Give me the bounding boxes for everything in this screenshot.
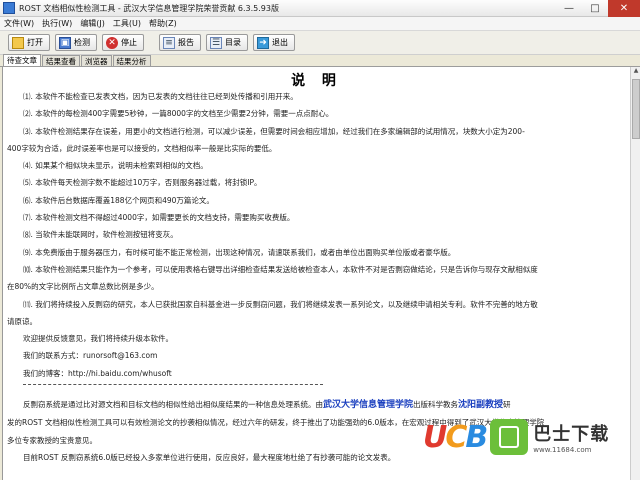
- detect-icon: ▣: [59, 36, 71, 49]
- note-4: ⑷. 如果某个相似块未显示，说明未检索到相似的文档。: [23, 161, 208, 171]
- vertical-scrollbar[interactable]: ▲: [630, 67, 640, 480]
- menu-tools[interactable]: 工具(U): [109, 18, 145, 29]
- about-text-mid: 出版科学教务: [413, 400, 459, 410]
- tab-browser[interactable]: 浏览器: [81, 55, 112, 66]
- note-7: ⑺. 本软件检测文档不得超过4000字，如需要更长的文档支持，需要购买收费版。: [23, 213, 295, 223]
- maximize-button[interactable]: □: [582, 0, 608, 17]
- toc-label: 目录: [225, 38, 241, 47]
- professor-name: 沈阳副教授: [458, 400, 504, 411]
- feedback-text: 欢迎提供反馈意见，我们将持续升级本软件。: [23, 334, 173, 344]
- note-5: ⑸. 本软件每天检测字数不能超过10万字，否则服务器过载，将封锁IP。: [23, 178, 262, 188]
- stop-icon: ✕: [106, 36, 118, 49]
- close-button[interactable]: ✕: [608, 0, 640, 17]
- watermark-text: 巴士下载 www.11684.com: [533, 420, 609, 454]
- ucb-c: C: [445, 419, 467, 455]
- open-button[interactable]: 打开: [8, 34, 50, 51]
- note-9: ⑼. 本免费版由于服务器压力，有时候可能不能正常检测，出现这种情况，请速联系我们…: [23, 247, 456, 257]
- report-label: 报告: [178, 38, 194, 47]
- open-label: 打开: [27, 38, 43, 47]
- blog-link: 我们的博客：http://hi.baidu.com/whusoft: [23, 368, 172, 378]
- note-10: ⑽. 本软件检测结果只能作为一个参考，可以使用表格右键导出详细检查结果发送给被检…: [23, 264, 538, 274]
- ucb-b: B: [465, 419, 488, 455]
- detect-button[interactable]: ▣ 检测: [55, 34, 97, 51]
- menu-help[interactable]: 帮助(Z): [145, 18, 181, 29]
- app-icon: [3, 2, 15, 14]
- ucb-logo: UCB: [423, 419, 488, 455]
- contact-email: 我们的联系方式：runorsoft@163.com: [23, 351, 158, 361]
- bus-logo-icon: [490, 419, 529, 455]
- note-11-cont: 请原谅。: [7, 316, 37, 326]
- tab-pending-article[interactable]: 待查文章: [3, 54, 41, 66]
- exit-button[interactable]: ➜ 退出: [253, 34, 295, 51]
- ucb-u: U: [423, 419, 447, 455]
- about-text-end: 研: [503, 400, 511, 410]
- divider: [23, 384, 323, 392]
- doc-title: 说 明: [291, 73, 342, 89]
- stop-button[interactable]: ✕ 停止: [102, 34, 144, 51]
- menu-edit[interactable]: 编辑(J): [76, 18, 109, 29]
- window-controls: — □ ✕: [556, 0, 640, 17]
- stop-label: 停止: [121, 38, 137, 47]
- tab-strip: 待查文章 结果查看 浏览器 结果分析: [0, 54, 640, 67]
- exit-label: 退出: [272, 38, 288, 47]
- list-icon: ☰: [210, 36, 222, 49]
- report-button[interactable]: ≡ 报告: [159, 34, 201, 51]
- note-2: ⑵. 本软件的每检测400字需要5秒钟，一篇8000字的文档至少需要2分钟，需要…: [23, 109, 334, 119]
- watermark-brand: 巴士下载: [533, 424, 610, 445]
- toc-button[interactable]: ☰ 目录: [206, 34, 248, 51]
- title-bar: ROST 文档相似性检测工具 - 武汉大学信息管理学院荣誉贡献 6.3.5.93…: [0, 0, 640, 17]
- watermark: UCB 巴士下载 www.11684.com: [423, 412, 628, 462]
- scroll-up-icon[interactable]: ▲: [631, 67, 640, 77]
- tab-analysis[interactable]: 结果分析: [112, 55, 151, 66]
- detect-label: 检测: [74, 38, 90, 47]
- exit-icon: ➜: [257, 36, 269, 49]
- note-8: ⑻. 当软件未能联网时，软件检测按钮将变灰。: [23, 230, 178, 240]
- menu-file[interactable]: 文件(W): [0, 18, 38, 29]
- note-3-cont: 400字较为合适，此时误差率也是可以接受的，文档相似率一般是比实际的要低。: [7, 143, 277, 153]
- note-6: ⑹. 本软件后台数据库覆盖188亿个网页和490万篇论文。: [23, 195, 214, 205]
- menu-run[interactable]: 执行(W): [38, 18, 76, 29]
- tab-results[interactable]: 结果查看: [42, 55, 80, 66]
- watermark-url: www.11684.com: [533, 446, 592, 454]
- toolbar: 打开 ▣ 检测 ✕ 停止 ≡ 报告 ☰ 目录 ➜ 退出: [0, 31, 640, 55]
- report-icon: ≡: [163, 36, 175, 49]
- minimize-button[interactable]: —: [556, 0, 582, 17]
- note-11: ⑾. 我们将持续投入反剽窃的研究，本人已获批国家自科基金进一步反剽窃问题，我们将…: [23, 299, 538, 309]
- window-title: ROST 文档相似性检测工具 - 武汉大学信息管理学院荣誉贡献 6.3.5.93…: [19, 3, 279, 13]
- folder-icon: [12, 36, 24, 49]
- menu-bar: 文件(W) 执行(W) 编辑(J) 工具(U) 帮助(Z): [0, 17, 640, 31]
- scroll-thumb[interactable]: [632, 79, 640, 139]
- university-name: 武汉大学信息管理学院: [323, 400, 414, 411]
- note-10-cont: 在80%的文字比例所占文章总数比例是多少。: [7, 282, 159, 292]
- note-1: ⑴. 本软件不能检查已发表文档，因为已发表的文档往往已经到处传播和引用开来。: [23, 92, 298, 101]
- about-text: 反剽窃系统是通过比对源文档和目标文档的相似性给出相似度结果的一种信息处理系统。由: [23, 400, 323, 410]
- note-3: ⑶. 本软件检测结果存在误差，用更小的文档进行检测，可以减少误差，但需要时间会相…: [23, 126, 525, 136]
